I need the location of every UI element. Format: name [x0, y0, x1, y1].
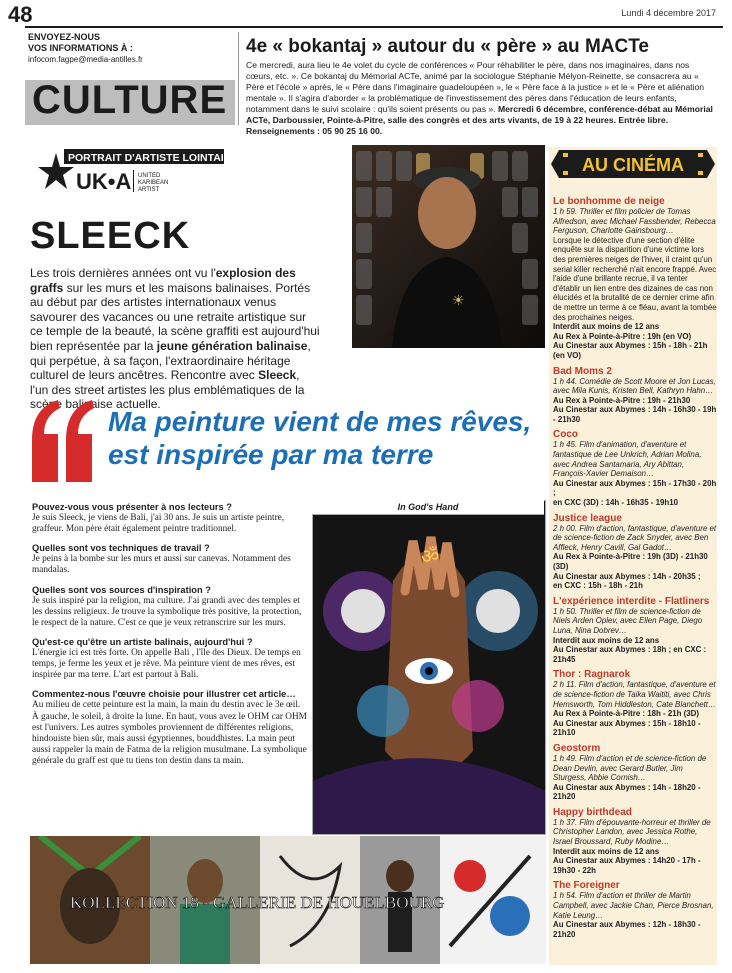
movie-showtime: Au Cinestar aux Abymes : 14h - 18h20 - 2… [553, 782, 701, 802]
movie-showtime: Au Cinestar aux Abymes : 15h - 17h30 - 2… [553, 478, 717, 498]
movie-showtime: Au Cinestar aux Abymes : 15h - 18h - 21h… [553, 341, 708, 360]
cinema-title: AU CINÉMA [582, 154, 684, 175]
contact-title-2: VOS INFORMATIONS À : [28, 43, 133, 53]
contact-title-1: ENVOYEZ-NOUS [28, 32, 101, 42]
logo-sub-3: ARTIST [138, 187, 160, 193]
question: Quelles sont vos techniques de travail ? [32, 543, 210, 554]
movie-description: 1 h 44. Comédie de Scott Moore et Jon Lu… [553, 376, 716, 396]
movie-title: Justice league [553, 512, 622, 524]
artist-name: SLEECK [30, 215, 191, 257]
movie-item: Thor : Ragnarok 2 h 11. Film d'action, f… [553, 669, 717, 738]
movie-title: Le bonhomme de neige [553, 196, 665, 207]
svg-text:☀: ☀ [452, 292, 465, 308]
movie-item: L'expérience interdite - Flatliners 1 h … [553, 596, 717, 665]
header-divider [238, 32, 239, 125]
logo-kicker: PORTRAIT D'ARTISTE LOINTAIN [68, 152, 231, 164]
movie-title: L'expérience interdite - Flatliners [553, 595, 710, 607]
movie-showtime: Au Cinestar aux Abymes : 14h - 16h30 - 1… [553, 405, 717, 424]
movie-showtime: Au Cinestar aux Abymes : 15h - 18h10 - 2… [553, 718, 701, 738]
movie-description: 1 h 49. Film d'action et de science-fict… [553, 753, 707, 783]
event-text: Ce mercredi, aura lieu le 4e volet du cy… [246, 60, 718, 137]
quote-mark-icon [28, 390, 98, 490]
answer: Je suis Sleeck, je viens de Bali, j'ai 3… [32, 513, 285, 535]
issue-date: Lundi 4 décembre 2017 [621, 8, 716, 18]
section-title: CULTURE [32, 78, 228, 122]
movie-item: Geostorm 1 h 49. Film d'action et de sci… [553, 743, 717, 802]
interview: Pouvez-vous vous présenter à nos lecteur… [32, 502, 308, 767]
movie-showtime: Au Cinestar aux Abymes : 14h20 - 17h - 1… [553, 856, 701, 875]
movie-item: Happy birthdead 1 h 37. Film d'épouvante… [553, 807, 717, 876]
movie-item: Coco 1 h 45. Film d'animation, d'aventur… [553, 429, 717, 507]
svg-text:ॐ: ॐ [421, 544, 439, 568]
answer: Je suis inspiré par la religion, ma cult… [32, 595, 302, 628]
pull-quote: Ma peinture vient de mes rêves, est insp… [108, 406, 532, 470]
movie-item: Justice league 2 h 00. Film d'action, fa… [553, 513, 717, 591]
movie-title: Geostorm [553, 742, 601, 754]
movie-showtime: Au Rex à Pointe-à-Pitre : 18h - 21h (3D) [553, 709, 700, 719]
movie-showtime: Au Rex à Pointe-à-Pitre : 19h - 21h30 [553, 395, 691, 405]
uka-logo: PORTRAIT D'ARTISTE LOINTAIN UK•A UNITED … [38, 145, 248, 210]
movie-description: 2 h 11. Film d'action, fantastique, d'av… [553, 680, 716, 709]
movie-synopsis: Lorsque le détective d'une section d'éli… [553, 235, 717, 322]
event-headline: 4e « bokantaj » autour du « père » au MA… [246, 36, 649, 57]
painting-image: ॐ [312, 500, 546, 835]
movie-showtime: en CXC : 15h - 18h - 21h [553, 581, 643, 591]
movie-title: Thor : Ragnarok [553, 669, 631, 681]
movie-showtime: Interdit aux moins de 12 ans [553, 322, 660, 332]
question: Qu'est-ce qu'être un artiste balinais, a… [32, 636, 253, 647]
top-rule [25, 26, 723, 28]
movie-description: 1 h 59. Thriller et film policier de Tom… [553, 207, 716, 236]
movie-showtime: Au Rex à Pointe-à-Pitre : 19h (3D) - 21h… [553, 552, 708, 571]
movie-list: Le bonhomme de neige 1 h 59. Thriller et… [553, 196, 717, 944]
movie-showtime: Au Cinestar aux Abymes : 14h - 20h35 ; [553, 571, 701, 581]
logo-sub-1: UNITED [138, 173, 161, 179]
question: Commentez-nous l'œuvre choisie pour illu… [32, 689, 296, 700]
answer: Je peins à la bombe sur les murs et auss… [32, 554, 291, 576]
movie-item: Bad Moms 2 1 h 44. Comédie de Scott Moor… [553, 366, 717, 425]
movie-description: 2 h 00. Film d'action, fantastique, d'av… [553, 523, 717, 552]
movie-showtime: Interdit aux moins de 12 ans [553, 635, 660, 645]
contact-email[interactable]: infocom.fagpe@media-antilles.fr [28, 54, 238, 65]
question: Pouvez-vous vous présenter à nos lecteur… [32, 502, 232, 512]
movie-showtime: Au Rex à Pointe-à-Pitre : 19h (en VO) [553, 331, 692, 341]
movie-title: The Foreigner [553, 880, 620, 892]
movie-description: 1 h 54. Film d'action et thriller de Mar… [553, 891, 714, 920]
movie-description: 1 h 50. Thriller et film de science-fict… [553, 606, 703, 635]
cinema-banner: AU CINÉMA [549, 147, 717, 181]
logo-letters: UK•A [76, 169, 131, 194]
movie-title: Happy birthdead [553, 806, 632, 818]
question: Quelles sont vos sources d'inspiration ? [32, 584, 211, 595]
answer: Au milieu de cette peinture est la main,… [32, 700, 307, 766]
movie-showtime: Au Cinestar aux Abymes : 12h - 18h30 - 2… [553, 920, 701, 939]
painting-caption: In God's Hand [312, 500, 544, 515]
movie-showtime: en CXC (3D) : 14h - 16h35 - 19h10 [553, 498, 678, 508]
answer: L'énergie ici est très forte. On appelle… [32, 648, 301, 681]
movie-showtime: Interdit aux moins de 12 ans [553, 846, 660, 856]
artist-photo: ☀ [352, 145, 545, 348]
logo-sub-2: KARIBEAN [138, 180, 168, 186]
movie-description: 1 h 45. Film d'animation, d'aventure et … [553, 440, 702, 479]
gallery-title: KOLLECTION 18 - GALLERIE DE HOUELBOURG [70, 893, 444, 912]
page-number: 48 [8, 2, 33, 27]
contact-block: ENVOYEZ-NOUS VOS INFORMATIONS À : infoco… [28, 32, 238, 65]
movie-item: The Foreigner 1 h 54. Film d'action et t… [553, 880, 717, 939]
intro-bold-3: Sleeck [258, 368, 297, 383]
movie-title: Coco [553, 429, 578, 441]
movie-item: Le bonhomme de neige 1 h 59. Thriller et… [553, 196, 717, 361]
movie-showtime: Au Cinestar aux Abymes : 18h ; en CXC : … [553, 645, 707, 664]
gallery-banner: KOLLECTION 18 - GALLERIE DE HOUELBOURG [30, 836, 546, 964]
intro-bold-2: jeune génération balinaise [156, 338, 308, 353]
movie-title: Bad Moms 2 [553, 365, 612, 377]
movie-description: 1 h 37. Film d'épouvante-horreur et thri… [553, 817, 711, 847]
intro-text-1: Les trois dernières années ont vu l' [30, 266, 216, 280]
